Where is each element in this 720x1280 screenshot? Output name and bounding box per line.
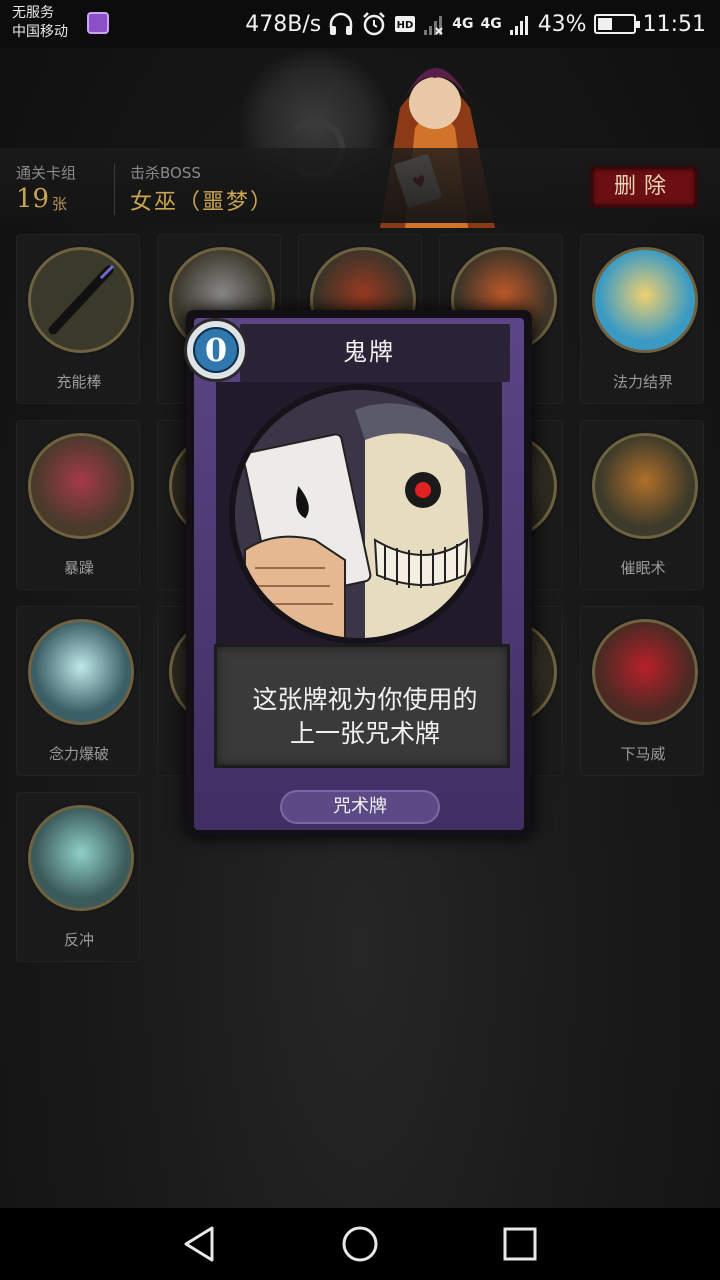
network-speed: 478B/s [245,11,322,37]
card-name: 鬼牌 [343,338,395,366]
signal-1-icon [424,16,443,35]
card-tile[interactable]: 法力结界 [580,234,704,404]
signal-2-icon [509,16,528,35]
wand-icon [28,247,134,353]
card-tile[interactable]: 反冲 [16,792,140,962]
recents-icon[interactable] [498,1222,542,1266]
battery-level [597,18,613,30]
carrier-line-1: 无服务 [12,5,54,21]
svg-text:HD: HD [397,20,414,31]
rage-brute-icon [28,433,134,539]
card-tile-label: 下马威 [620,745,666,763]
card-tile-label: 反冲 [63,931,94,949]
status-bar: 无服务 中国移动 478B/s HD 4G 4G 43% 11:51 [0,0,720,48]
carrier-line-2: 中国移动 [12,24,68,40]
card-tile[interactable]: 暴躁 [16,420,140,590]
card-art [229,384,489,644]
boss-label: 击杀BOSS [130,164,201,182]
skull-joker-icon [235,390,483,638]
deck-unit: 张 [52,195,68,213]
card-type-label: 咒术牌 [280,790,440,824]
boss-name: 女巫（噩梦） [130,190,275,215]
card-tile-label: 充能棒 [56,373,102,391]
card-description-line-2: 上一张咒术牌 [289,719,440,748]
headphones-icon [329,12,353,35]
delete-button[interactable]: 删除 [590,166,698,208]
card-tile[interactable]: 念力爆破 [16,606,140,776]
card-description-box: 这张牌视为你使用的 上一张咒术牌 [214,644,510,768]
recoil-icon [28,805,134,911]
card-cost: 0 [193,327,239,373]
card-frame: 鬼牌 这张牌视为你使用的 上一张咒术牌 咒术牌 [194,318,524,830]
card-tile[interactable]: 下马威 [580,606,704,776]
back-icon[interactable] [178,1222,222,1266]
intimidate-icon [592,619,698,725]
card-tile-label: 暴躁 [63,559,94,577]
hypnosis-icon [592,433,698,539]
card-tile[interactable]: 催眠术 [580,420,704,590]
gallery-notification-icon [87,12,109,34]
card-art-frame [216,382,502,652]
deck-label: 通关卡组 [16,164,77,182]
card-tile-label: 催眠术 [620,559,666,577]
carrier-info: 无服务 中国移动 [12,4,68,42]
card-tile-label: 法力结界 [612,373,673,391]
deck-screen: ♥ 通关卡组 19 张 击杀BOSS 女巫（噩梦） 删除 充能棒法力结界暴躁催眠… [0,48,720,1208]
home-icon[interactable] [338,1222,382,1266]
battery-icon [593,14,640,34]
header-divider [114,163,115,215]
card-description-line-1: 这张牌视为你使用的 [252,685,478,714]
battery-percent: 43% [537,11,587,37]
hd-icon: HD [395,16,416,32]
psychic-blast-icon [28,619,134,725]
network-type-b: 4G [480,16,502,32]
card-description: 这张牌视为你使用的 上一张咒术牌 [223,683,507,751]
card-tile[interactable]: 充能棒 [16,234,140,404]
deck-count: 19 [16,184,50,214]
clock: 11:51 [642,11,706,37]
card-cost-badge: 0 [184,318,248,382]
alarm-icon [363,12,386,36]
status-indicators: 478B/s HD 4G 4G 43% 11:51 [245,0,706,48]
navigation-bar [0,1208,720,1280]
card-detail-popup[interactable]: 鬼牌 这张牌视为你使用的 上一张咒术牌 咒术牌 0 [184,310,532,836]
mana-barrier-icon [592,247,698,353]
network-type-a: 4G [452,16,474,32]
card-tile-label: 念力爆破 [48,745,109,763]
